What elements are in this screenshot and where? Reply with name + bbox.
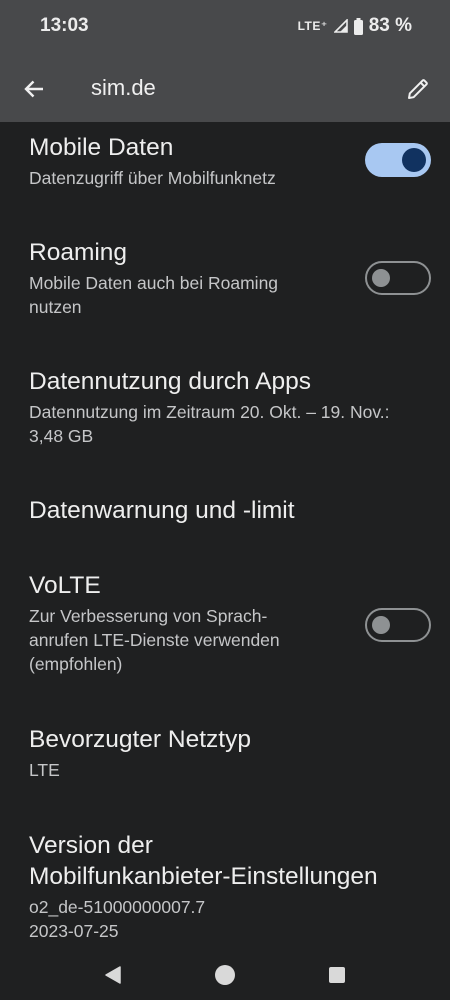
setting-app-data-usage[interactable]: Datennutzung durch Apps Datennutzung im … <box>29 366 434 448</box>
setting-summary: LTE <box>29 760 60 780</box>
title-line: Version der <box>29 832 153 859</box>
back-button[interactable] <box>14 69 54 109</box>
status-bar: 13:03 LTE⁺ 83 % <box>0 0 450 56</box>
volte-toggle[interactable] <box>365 608 431 642</box>
signal-icon <box>333 19 348 33</box>
setting-title: Datennutzung durch Apps <box>29 368 311 395</box>
network-type-label: LTE⁺ <box>297 19 328 33</box>
mobile-data-toggle[interactable] <box>365 143 431 177</box>
setting-summary: Datennutzung im Zeitraum 20. Okt. – 19. … <box>29 400 434 448</box>
setting-summary: Mobile Daten auch bei Roaming nutzen <box>29 271 349 319</box>
page-title: sim.de <box>91 75 156 100</box>
setting-roaming[interactable]: Roaming Mobile Daten auch bei Roaming nu… <box>29 237 349 319</box>
summary-line: Datennutzung im Zeitraum 20. Okt. – 19. … <box>29 402 390 422</box>
navigation-bar <box>0 950 450 1000</box>
setting-title: VoLTE <box>29 572 101 599</box>
triangle-back-icon <box>105 966 121 984</box>
title-line: Mobilfunkanbieter-Einstellungen <box>29 863 378 890</box>
summary-line: 2023-07-25 <box>29 921 119 941</box>
summary-line: anrufen LTE-Dienste verwenden <box>29 630 280 650</box>
summary-line: 3,48 GB <box>29 426 94 446</box>
setting-title: Datenwarnung und -limit <box>29 497 295 524</box>
battery-icon <box>353 17 363 35</box>
settings-list[interactable]: Mobile Daten Datenzugriff über Mobilfunk… <box>0 122 450 950</box>
summary-line: nutzen <box>29 297 82 317</box>
setting-preferred-network-type[interactable]: Bevorzugter Netztyp LTE <box>29 724 409 782</box>
setting-volte[interactable]: VoLTE Zur Verbesserung von Sprach- anruf… <box>29 570 349 676</box>
summary-line: Zur Verbesserung von Sprach- <box>29 606 268 626</box>
setting-mobile-data[interactable]: Mobile Daten Datenzugriff über Mobilfunk… <box>29 132 349 190</box>
nav-home-button[interactable] <box>208 958 242 992</box>
status-icons: LTE⁺ 83 % <box>298 15 412 37</box>
battery-percentage: 83 % <box>368 15 412 36</box>
status-time: 13:03 <box>40 15 89 36</box>
toggle-thumb <box>372 269 390 287</box>
setting-summary: o2_de-51000000007.7 2023-07-25 <box>29 895 439 943</box>
summary-line: o2_de-51000000007.7 <box>29 897 206 917</box>
summary-line: Mobile Daten auch bei Roaming <box>29 273 279 293</box>
setting-title: Bevorzugter Netztyp <box>29 726 251 753</box>
summary-line: (empfohlen) <box>29 654 123 674</box>
roaming-toggle[interactable] <box>365 261 431 295</box>
nav-recents-button[interactable] <box>320 958 354 992</box>
circle-home-icon <box>215 965 235 985</box>
square-recents-icon <box>329 967 345 983</box>
setting-title: Mobile Daten <box>29 134 174 161</box>
nav-back-button[interactable] <box>96 958 130 992</box>
setting-summary: Zur Verbesserung von Sprach- anrufen LTE… <box>29 604 349 676</box>
toggle-thumb <box>402 148 426 172</box>
edit-button[interactable] <box>398 69 438 109</box>
setting-data-warning-limit[interactable]: Datenwarnung und -limit <box>29 495 409 526</box>
arrow-back-icon <box>24 80 43 98</box>
pencil-icon <box>408 79 428 99</box>
setting-carrier-settings-version[interactable]: Version der Mobilfunkanbieter-Einstellun… <box>29 830 439 943</box>
app-bar: sim.de <box>0 56 450 122</box>
toggle-thumb <box>372 616 390 634</box>
setting-summary: Datenzugriff über Mobilfunknetz <box>29 168 276 188</box>
setting-title: Version der Mobilfunkanbieter-Einstellun… <box>29 830 439 892</box>
setting-title: Roaming <box>29 239 128 266</box>
